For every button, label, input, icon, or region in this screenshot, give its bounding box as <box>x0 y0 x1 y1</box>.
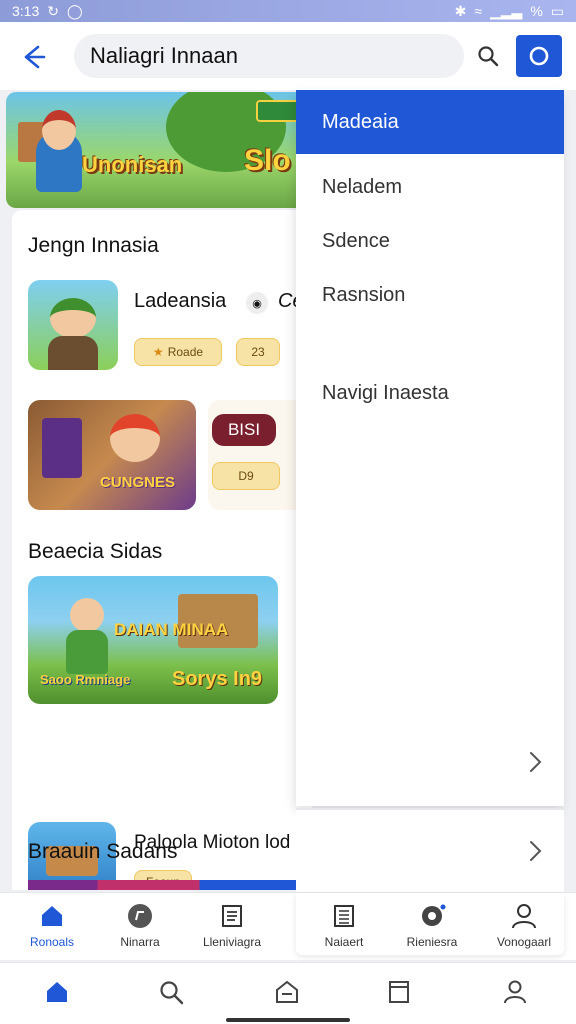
thumb-caption: CUNGNES <box>100 474 176 491</box>
menu-item[interactable]: Neladem <box>322 176 402 199</box>
home-icon[interactable] <box>42 977 72 1007</box>
search-icon[interactable] <box>156 977 186 1007</box>
promo-chip[interactable]: D9 <box>212 462 280 490</box>
menu-item[interactable]: Rasnsion <box>322 284 405 307</box>
profile-circle-button[interactable] <box>516 35 562 77</box>
system-nav-bar <box>0 962 576 1024</box>
record-icon: ◯ <box>66 2 83 19</box>
list-icon <box>329 901 359 931</box>
menu-item[interactable]: Navigi Inaesta <box>322 382 449 405</box>
compass-icon <box>125 901 155 931</box>
thumb-text-left: Saoo Rmniage <box>40 672 131 687</box>
promo-card[interactable]: BISI D9 <box>208 400 308 510</box>
category-strip <box>28 880 296 890</box>
content-card: Jengn Innasia Ladeansia ◉ Ce ★ Roade 23 … <box>12 210 312 890</box>
count-chip[interactable]: 23 <box>236 338 280 366</box>
promo-badge: BISI <box>212 414 276 446</box>
app-bottom-nav: Ronoals Ninarra Lleniviagra Naiaert Rien… <box>0 892 576 960</box>
chevron-right-icon[interactable] <box>526 749 544 775</box>
wifi-icon: ≈ <box>474 3 482 19</box>
store-icon[interactable] <box>272 977 302 1007</box>
nav-label: Ronoals <box>29 935 75 949</box>
thumb-text-right: Sorys In9 <box>172 668 263 690</box>
sync-icon: ↻ <box>47 2 59 19</box>
chip-label: Roade <box>167 345 204 359</box>
bluetooth-icon: ✱ <box>454 2 467 19</box>
nav-label: Ninarra <box>120 935 160 949</box>
search-icon[interactable] <box>470 36 506 76</box>
nav-item-profile[interactable]: Vonogaarl <box>482 901 566 949</box>
nav-item-home[interactable]: Ronoals <box>10 901 94 949</box>
library-icon[interactable] <box>384 977 414 1007</box>
gear-icon <box>417 901 447 931</box>
app-name[interactable]: Ladeansia <box>134 290 226 313</box>
section-title-first: Jengn Innasia <box>28 234 159 257</box>
section-title-second: Beaecia Sidas <box>28 540 163 563</box>
user-icon <box>509 901 539 931</box>
menu-item[interactable]: Sdence <box>322 230 390 253</box>
nav-label: Lleniviagra <box>202 935 262 949</box>
thumb-title: DAIAN MINAA <box>114 620 229 639</box>
status-bar: 3:13 ↻ ◯ ✱ ≈ ▁▂▃ % ▭ <box>0 0 576 22</box>
search-text: Naliagri Innaan <box>90 43 238 68</box>
nav-item-fourth[interactable]: Naiaert <box>302 901 386 949</box>
section-title-third: Braauin Sadans <box>28 840 178 863</box>
chip-star-icon: ★ <box>152 345 164 359</box>
circle-icon <box>529 46 549 66</box>
promo-chip-label: D9 <box>238 469 254 483</box>
top-app-bar: Naliagri Innaan <box>0 22 576 90</box>
rating-icon: ◉ <box>246 292 268 314</box>
nav-label: Rieniesra <box>406 935 458 949</box>
nav-item-third[interactable]: Lleniviagra <box>190 901 274 949</box>
user-icon[interactable] <box>500 977 530 1007</box>
status-time: 3:13 <box>12 3 40 19</box>
chevron-right-icon[interactable] <box>526 838 544 864</box>
battery-text: % <box>530 3 543 19</box>
character-illustration <box>36 110 82 192</box>
document-icon <box>217 901 247 931</box>
chip-count: 23 <box>251 345 265 359</box>
back-arrow-icon[interactable] <box>18 42 48 72</box>
menu-footer-row[interactable] <box>296 808 564 892</box>
battery-icon: ▭ <box>550 2 564 19</box>
nav-label: Vonogaarl <box>496 935 552 949</box>
nav-label: Naiaert <box>324 935 364 949</box>
search-input[interactable]: Naliagri Innaan <box>74 34 464 78</box>
game-thumbnail[interactable]: CUNGNES <box>28 400 196 510</box>
app-thumbnail[interactable] <box>28 280 118 370</box>
home-icon <box>37 901 67 931</box>
nav-item-second[interactable]: Ninarra <box>98 901 182 949</box>
signal-icon: ▁▂▃ <box>490 2 523 19</box>
banner-title-right: Slo <box>244 144 291 177</box>
banner-title-left: Unonisan <box>82 152 183 177</box>
home-indicator <box>226 1018 350 1022</box>
banner-badge <box>256 100 300 122</box>
dropdown-menu: Madeaia Neladem Sdence Rasnsion Navigi I… <box>296 90 564 806</box>
menu-item-selected[interactable]: Madeaia <box>296 90 564 154</box>
nav-item-fifth[interactable]: Rieniesra <box>390 901 474 949</box>
featured-banner[interactable]: Unonisan Slo <box>6 92 306 208</box>
category-chip[interactable]: ★ Roade <box>134 338 222 366</box>
game-banner-thumbnail[interactable]: DAIAN MINAA Saoo Rmniage Sorys In9 <box>28 576 278 704</box>
